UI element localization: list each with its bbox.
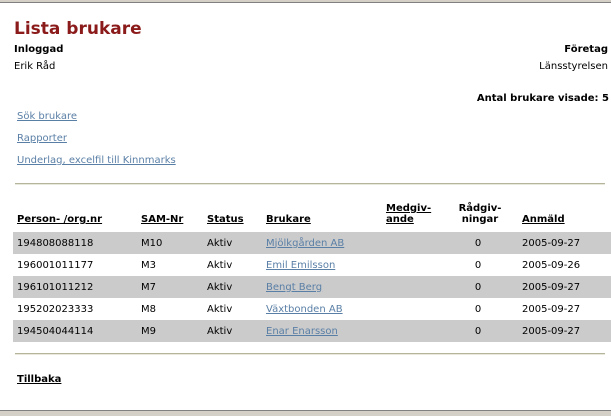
cell-person: 195202023333: [13, 298, 137, 320]
logged-in-user: Erik Råd: [14, 61, 56, 72]
cell-anmald: 2005-09-27: [518, 320, 611, 342]
back-link[interactable]: Tillbaka: [17, 374, 61, 385]
cell-sam: M7: [137, 276, 203, 298]
col-person[interactable]: Person- /org.nr: [13, 200, 137, 232]
col-radgivningar-line2: ningar: [461, 214, 499, 225]
cell-brukare: Emil Emilsson: [262, 254, 382, 276]
reports-link[interactable]: Rapporter: [17, 133, 67, 144]
cell-anmald: 2005-09-27: [518, 276, 611, 298]
users-table: Person- /org.nr SAM-Nr Status Brukare Me…: [13, 200, 611, 342]
cell-radgivningar: 0: [438, 232, 518, 254]
excel-export-link[interactable]: Underlag, excelfil till Kinnmarks: [17, 155, 176, 166]
table-row: 196101011212 M7 Aktiv Bengt Berg 0 2005-…: [13, 276, 611, 298]
cell-medgivande: [382, 298, 438, 320]
col-brukare[interactable]: Brukare: [262, 200, 382, 232]
cell-anmald: 2005-09-27: [518, 232, 611, 254]
cell-status: Aktiv: [203, 254, 262, 276]
cell-radgivningar: 0: [438, 298, 518, 320]
cell-anmald: 2005-09-27: [518, 298, 611, 320]
col-status[interactable]: Status: [203, 200, 262, 232]
brukare-link[interactable]: Växtbonden AB: [266, 304, 343, 315]
cell-person: 194504044114: [13, 320, 137, 342]
cell-medgivande: [382, 320, 438, 342]
table-row: 195202023333 M8 Aktiv Växtbonden AB 0 20…: [13, 298, 611, 320]
cell-status: Aktiv: [203, 232, 262, 254]
brukare-link[interactable]: Mjölkgården AB: [266, 238, 344, 249]
cell-sam: M8: [137, 298, 203, 320]
brukare-link[interactable]: Bengt Berg: [266, 282, 322, 293]
window-bottom-edge: [0, 410, 611, 416]
cell-medgivande: [382, 276, 438, 298]
cell-brukare: Mjölkgården AB: [262, 232, 382, 254]
cell-medgivande: [382, 254, 438, 276]
col-medgivande-line1: Medgiv-: [386, 203, 432, 214]
col-medgivande[interactable]: Medgiv-ande: [382, 200, 438, 232]
cell-brukare: Bengt Berg: [262, 276, 382, 298]
cell-radgivningar: 0: [438, 276, 518, 298]
cell-sam: M9: [137, 320, 203, 342]
cell-brukare: Enar Enarsson: [262, 320, 382, 342]
cell-medgivande: [382, 232, 438, 254]
brukare-link[interactable]: Enar Enarsson: [266, 326, 338, 337]
logged-in-label: Inloggad: [14, 44, 64, 55]
brukare-link[interactable]: Emil Emilsson: [266, 260, 335, 271]
divider-top: [15, 183, 605, 185]
col-sam[interactable]: SAM-Nr: [137, 200, 203, 232]
col-radgivningar-line1: Rådgiv-: [458, 203, 502, 214]
cell-anmald: 2005-09-26: [518, 254, 611, 276]
cell-person: 196001011177: [13, 254, 137, 276]
cell-person: 194808088118: [13, 232, 137, 254]
cell-brukare: Växtbonden AB: [262, 298, 382, 320]
col-radgivningar: Rådgiv-ningar: [438, 200, 518, 232]
window-top-edge: [0, 0, 611, 3]
cell-status: Aktiv: [203, 298, 262, 320]
col-medgivande-line2: ande: [386, 214, 414, 225]
company-value: Länsstyrelsen: [539, 61, 608, 72]
cell-sam: M3: [137, 254, 203, 276]
table-row: 194808088118 M10 Aktiv Mjölkgården AB 0 …: [13, 232, 611, 254]
col-anmald[interactable]: Anmäld: [518, 200, 611, 232]
cell-sam: M10: [137, 232, 203, 254]
table-row: 196001011177 M3 Aktiv Emil Emilsson 0 20…: [13, 254, 611, 276]
page-title: Lista brukare: [14, 19, 142, 39]
table-row: 194504044114 M9 Aktiv Enar Enarsson 0 20…: [13, 320, 611, 342]
table-header-row: Person- /org.nr SAM-Nr Status Brukare Me…: [13, 200, 611, 232]
cell-status: Aktiv: [203, 276, 262, 298]
divider-bottom: [15, 353, 605, 355]
shown-count: Antal brukare visade: 5: [476, 93, 609, 104]
cell-person: 196101011212: [13, 276, 137, 298]
cell-radgivningar: 0: [438, 254, 518, 276]
search-users-link[interactable]: Sök brukare: [17, 111, 77, 122]
cell-status: Aktiv: [203, 320, 262, 342]
company-label: Företag: [564, 44, 608, 55]
cell-radgivningar: 0: [438, 320, 518, 342]
